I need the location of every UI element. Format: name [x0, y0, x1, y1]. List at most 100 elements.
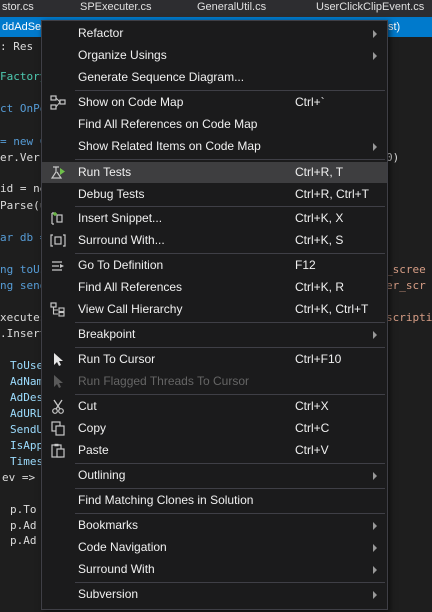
menu-item-label: View Call Hierarchy: [78, 302, 183, 316]
go-to-definition-icon: [50, 258, 66, 273]
menu-separator: [75, 90, 385, 91]
menu-item-shortcut: Ctrl+K, X: [295, 211, 344, 225]
submenu-arrow-icon: [373, 30, 377, 38]
call-hierarchy-icon: [50, 302, 66, 317]
copy-icon: [50, 421, 66, 436]
menu-separator: [75, 159, 385, 160]
code-line: AdURL: [10, 407, 44, 420]
menu-item-code-navigation[interactable]: Code Navigation: [42, 537, 387, 558]
tab-generalutil[interactable]: GeneralUtil.cs: [197, 0, 266, 17]
menu-item-run-tests[interactable]: Run Tests Ctrl+R, T: [42, 162, 387, 183]
code-line: ng send: [0, 279, 47, 292]
scissors-icon: [50, 399, 66, 414]
submenu-arrow-icon: [373, 472, 377, 480]
menu-item-organize-usings[interactable]: Organize Usings: [42, 45, 387, 66]
cursor-arrow-icon: [50, 374, 66, 389]
tab-spexecuter[interactable]: SPExecuter.cs: [80, 0, 152, 17]
code-line: er.Ver: [0, 151, 40, 164]
menu-item-show-related-items[interactable]: Show Related Items on Code Map: [42, 136, 387, 157]
code-line: Times: [10, 455, 44, 468]
menu-item-find-all-references-code-map[interactable]: Find All References on Code Map: [42, 114, 387, 135]
menu-item-label: Find Matching Clones in Solution: [78, 493, 254, 507]
code-line: ev =>: [2, 471, 36, 484]
menu-item-copy[interactable]: Copy Ctrl+C: [42, 418, 387, 439]
menu-item-run-flagged-threads[interactable]: Run Flagged Threads To Cursor: [42, 371, 387, 392]
menu-item-label: Generate Sequence Diagram...: [78, 70, 245, 84]
menu-item-label: Surround With: [78, 562, 155, 576]
menu-item-label: Find All References on Code Map: [78, 117, 258, 131]
active-tab-suffix: st): [388, 21, 401, 33]
menu-item-breakpoint[interactable]: Breakpoint: [42, 324, 387, 345]
surround-with-icon: [50, 233, 66, 248]
menu-item-outlining[interactable]: Outlining: [42, 465, 387, 486]
menu-separator: [75, 463, 385, 464]
menu-item-paste[interactable]: Paste Ctrl+V: [42, 440, 387, 461]
menu-item-label: Insert Snippet...: [78, 211, 163, 225]
menu-separator: [75, 582, 385, 583]
menu-item-shortcut: Ctrl+V: [295, 443, 329, 457]
menu-item-label: Run Flagged Threads To Cursor: [78, 374, 249, 388]
menu-separator: [75, 206, 385, 207]
menu-item-shortcut: F12: [295, 258, 316, 272]
menu-separator: [75, 394, 385, 395]
menu-separator: [75, 347, 385, 348]
menu-item-shortcut: Ctrl+R, T: [295, 165, 344, 179]
code-map-icon: [50, 95, 66, 110]
menu-item-insert-snippet[interactable]: Insert Snippet... Ctrl+K, X: [42, 208, 387, 229]
menu-item-show-on-code-map[interactable]: Show on Code Map Ctrl+`: [42, 92, 387, 113]
menu-item-generate-sequence-diagram[interactable]: Generate Sequence Diagram...: [42, 67, 387, 88]
code-line: p.To: [10, 503, 37, 516]
document-tab-bar: stor.cs SPExecuter.cs GeneralUtil.cs Use…: [0, 0, 432, 17]
menu-item-label: Find All References: [78, 280, 183, 294]
menu-item-surround-with[interactable]: Surround With: [42, 559, 387, 580]
submenu-arrow-icon: [373, 566, 377, 574]
tab-stor[interactable]: stor.cs: [2, 0, 34, 17]
menu-item-run-to-cursor[interactable]: Run To Cursor Ctrl+F10: [42, 349, 387, 370]
menu-item-subversion[interactable]: Subversion: [42, 584, 387, 605]
menu-separator: [75, 488, 385, 489]
menu-item-refactor[interactable]: Refactor: [42, 23, 387, 44]
menu-item-label: Cut: [78, 399, 97, 413]
code-line: .Insert: [0, 327, 47, 340]
code-line: ar db =: [0, 231, 47, 244]
submenu-arrow-icon: [373, 544, 377, 552]
code-line: _scree: [386, 263, 426, 276]
code-line: Factory: [0, 70, 47, 83]
tab-userclickclipevent[interactable]: UserClickClipEvent.cs: [316, 0, 424, 17]
menu-separator: [75, 322, 385, 323]
menu-item-label: Subversion: [78, 587, 139, 601]
menu-item-view-call-hierarchy[interactable]: View Call Hierarchy Ctrl+K, Ctrl+T: [42, 299, 387, 320]
menu-item-cut[interactable]: Cut Ctrl+X: [42, 396, 387, 417]
menu-item-shortcut: Ctrl+`: [295, 95, 325, 109]
menu-item-bookmarks[interactable]: Bookmarks: [42, 515, 387, 536]
run-tests-icon: [50, 165, 66, 180]
submenu-arrow-icon: [373, 143, 377, 151]
menu-item-surround-with-ellipsis[interactable]: Surround With... Ctrl+K, S: [42, 230, 387, 251]
menu-separator: [75, 513, 385, 514]
submenu-arrow-icon: [373, 522, 377, 530]
menu-item-label: Refactor: [78, 26, 124, 40]
menu-item-find-matching-clones[interactable]: Find Matching Clones in Solution: [42, 490, 387, 511]
code-line: IsApp: [10, 439, 44, 452]
insert-snippet-icon: [50, 211, 66, 226]
menu-item-find-all-references[interactable]: Find All References Ctrl+K, R: [42, 277, 387, 298]
paste-icon: [50, 443, 66, 458]
menu-item-shortcut: Ctrl+R, Ctrl+T: [295, 187, 370, 201]
menu-item-shortcut: Ctrl+K, Ctrl+T: [295, 302, 369, 316]
code-line: : Res: [0, 40, 34, 53]
code-line: scripti: [386, 311, 432, 324]
code-line: p.Ad: [10, 534, 37, 547]
code-line: = new C: [0, 135, 47, 148]
menu-item-debug-tests[interactable]: Debug Tests Ctrl+R, Ctrl+T: [42, 184, 387, 205]
active-tab-label[interactable]: ddAdSer: [2, 17, 45, 34]
menu-item-shortcut: Ctrl+K, S: [295, 233, 344, 247]
code-line: Parse(u: [0, 199, 47, 212]
menu-item-go-to-definition[interactable]: Go To Definition F12: [42, 255, 387, 276]
menu-item-label: Debug Tests: [78, 187, 145, 201]
code-line: er_scr: [386, 279, 426, 292]
menu-item-label: Organize Usings: [78, 48, 167, 62]
menu-item-label: Show on Code Map: [78, 95, 184, 109]
menu-item-label: Copy: [78, 421, 107, 435]
menu-item-label: Run To Cursor: [78, 352, 156, 366]
submenu-arrow-icon: [373, 591, 377, 599]
